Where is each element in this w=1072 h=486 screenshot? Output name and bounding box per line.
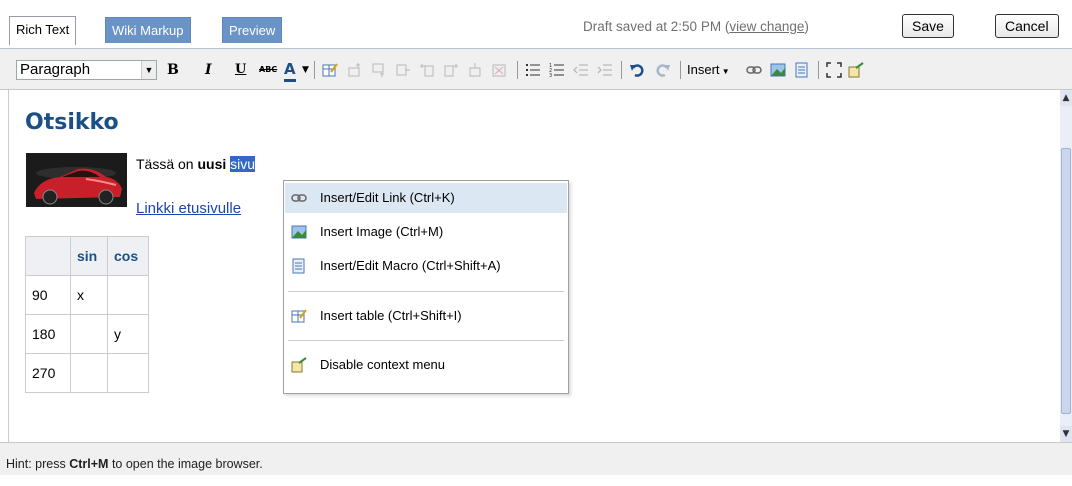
macro-icon[interactable] [794, 62, 810, 78]
table-header-cell[interactable]: sin [70, 236, 108, 276]
scroll-up-icon[interactable]: ▲ [1060, 90, 1072, 106]
bold-button[interactable]: B [167, 61, 179, 79]
insert-column-before-icon[interactable] [419, 62, 435, 78]
numbered-list-icon[interactable]: 123 [549, 62, 565, 78]
italic-button[interactable]: I [205, 61, 212, 79]
table-cell[interactable] [107, 353, 149, 393]
tab-rich-text[interactable]: Rich Text [9, 16, 77, 45]
insert-table-icon[interactable] [322, 62, 338, 78]
indent-icon[interactable] [597, 62, 613, 78]
svg-text:3: 3 [549, 73, 552, 78]
link-icon[interactable] [746, 62, 762, 78]
toolbar-divider [517, 61, 518, 79]
toolbar-divider [818, 61, 819, 79]
text-color-button[interactable]: A [284, 61, 296, 82]
table-cell[interactable]: 270 [25, 353, 71, 393]
bullet-list-icon[interactable] [525, 62, 541, 78]
car-photo-icon [26, 153, 127, 207]
chevron-down-icon: ▼ [719, 67, 730, 76]
scroll-down-icon[interactable]: ▼ [1060, 426, 1072, 442]
menu-item-insert-image[interactable]: Insert Image (Ctrl+M) [285, 217, 567, 247]
table-header-cell[interactable]: cos [107, 236, 149, 276]
table-header-row: sin cos [25, 236, 149, 276]
table-icon [291, 309, 307, 323]
link-icon [291, 194, 307, 202]
vertical-scrollbar[interactable]: ▲ ▼ [1060, 90, 1072, 442]
fullscreen-icon[interactable] [826, 62, 842, 78]
editor-toolbar: Paragraph ▼ B I U ABC A ▼ 123 Insert ▼ [0, 48, 1072, 90]
chevron-down-icon: ▼ [141, 61, 156, 79]
toolbar-divider [314, 61, 315, 79]
tab-wiki-markup[interactable]: Wiki Markup [105, 17, 191, 43]
car-image[interactable] [26, 153, 127, 207]
home-page-link[interactable]: Linkki etusivulle [136, 200, 241, 217]
context-menu-toggle-icon[interactable] [848, 62, 864, 78]
insert-menu-button[interactable]: Insert ▼ [687, 61, 730, 79]
insert-row-before-icon[interactable] [347, 62, 363, 78]
cancel-button[interactable]: Cancel [995, 14, 1059, 38]
data-table: sin cos 90 x 180 y 270 [25, 236, 149, 393]
body-paragraph: Tässä on uusi sivu [136, 156, 256, 172]
insert-column-after-icon[interactable] [443, 62, 459, 78]
table-cell[interactable] [70, 353, 108, 393]
chevron-down-icon[interactable]: ▼ [302, 61, 309, 79]
tab-preview[interactable]: Preview [222, 17, 283, 43]
view-change-link[interactable]: view change [729, 19, 804, 34]
strikethrough-button[interactable]: ABC [259, 61, 277, 79]
menu-item-disable-context-menu[interactable]: Disable context menu [285, 350, 567, 380]
delete-table-icon[interactable] [491, 62, 507, 78]
delete-column-icon[interactable] [467, 62, 483, 78]
delete-row-icon[interactable] [395, 62, 411, 78]
table-row: 90 x [25, 275, 149, 315]
draft-status-text: Draft saved at 2:50 PM [583, 19, 722, 34]
draft-status: Draft saved at 2:50 PM (view change) [583, 19, 809, 34]
menu-divider [288, 340, 564, 341]
toolbar-divider [680, 61, 681, 79]
page-heading: Otsikko [25, 110, 119, 135]
bold-word: uusi [197, 156, 227, 172]
table-row: 270 [25, 353, 149, 393]
image-icon [291, 225, 307, 239]
paragraph-style-value: Paragraph [20, 61, 91, 78]
insert-row-after-icon[interactable] [371, 62, 387, 78]
outdent-icon[interactable] [573, 62, 589, 78]
image-icon[interactable] [770, 62, 786, 78]
table-cell[interactable]: 180 [25, 314, 71, 354]
top-bar: Rich Text Wiki Markup Preview Draft save… [0, 0, 1072, 48]
table-row: 180 y [25, 314, 149, 354]
undo-icon[interactable] [629, 62, 645, 78]
paragraph-style-select[interactable]: Paragraph ▼ [16, 60, 157, 80]
menu-item-insert-table[interactable]: Insert table (Ctrl+Shift+I) [285, 301, 567, 331]
macro-icon [292, 258, 305, 274]
hint-bar: Hint: press Ctrl+M to open the image bro… [0, 442, 1072, 475]
underline-button[interactable]: U [235, 61, 246, 79]
hint-shortcut: Ctrl+M [69, 457, 109, 471]
table-cell[interactable]: x [70, 275, 108, 315]
menu-divider [288, 291, 564, 292]
disable-menu-icon [291, 357, 307, 373]
redo-icon[interactable] [655, 62, 671, 78]
selected-text: sivu [230, 156, 256, 172]
table-cell[interactable] [70, 314, 108, 354]
menu-item-insert-edit-link[interactable]: Insert/Edit Link (Ctrl+K) [285, 183, 567, 213]
save-button[interactable]: Save [902, 14, 954, 38]
toolbar-divider [621, 61, 622, 79]
table-cell[interactable] [107, 275, 149, 315]
scrollbar-thumb[interactable] [1061, 148, 1071, 414]
table-cell[interactable]: y [107, 314, 149, 354]
table-cell[interactable]: 90 [25, 275, 71, 315]
menu-item-insert-edit-macro[interactable]: Insert/Edit Macro (Ctrl+Shift+A) [285, 251, 567, 281]
table-header-cell[interactable] [25, 236, 71, 276]
context-menu: Insert/Edit Link (Ctrl+K) Insert Image (… [283, 180, 569, 394]
